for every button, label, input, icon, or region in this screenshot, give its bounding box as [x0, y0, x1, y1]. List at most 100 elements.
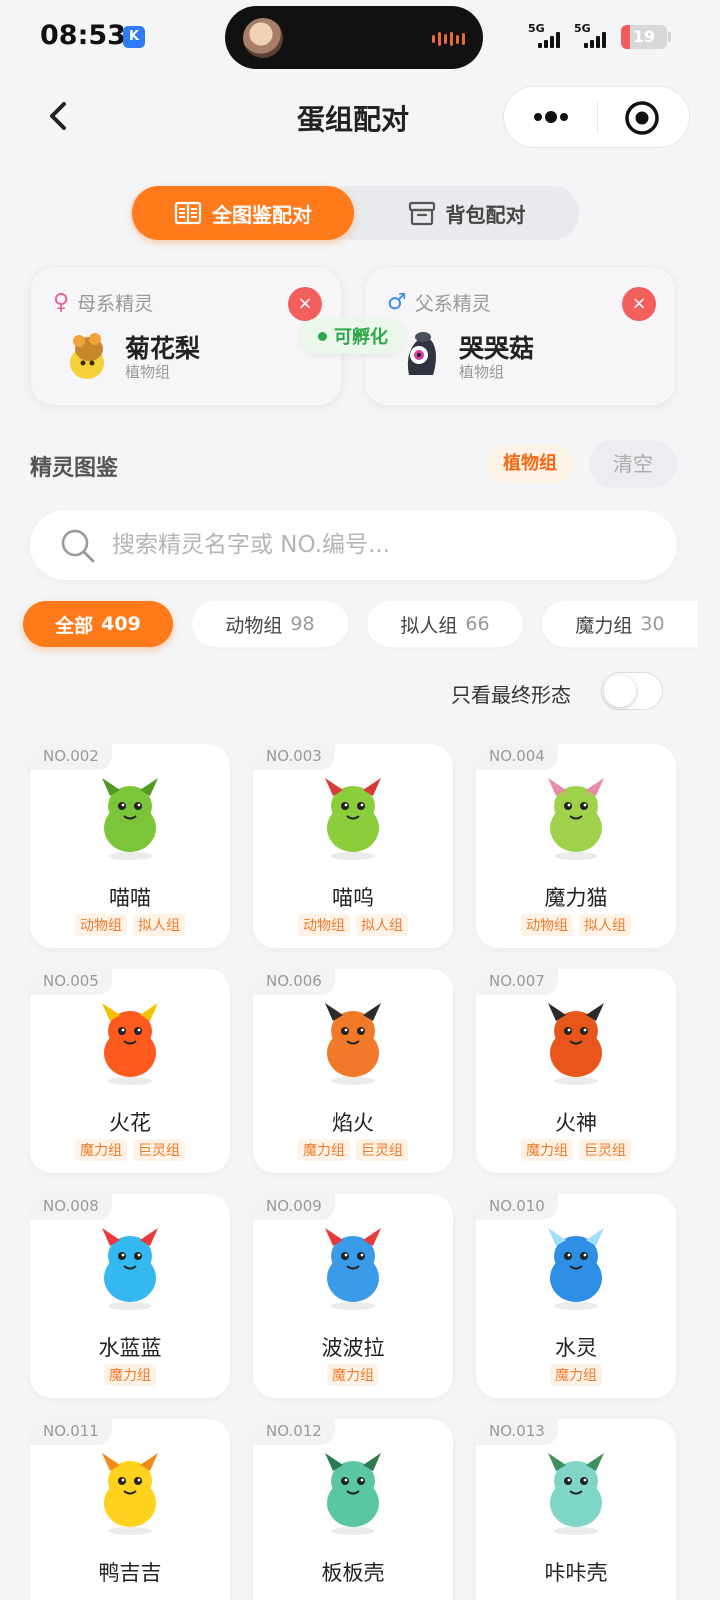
egg-group-tag: 魔力组 [75, 1139, 127, 1161]
monster-name: 咔咔壳 [544, 1561, 608, 1585]
status-time: 08:53 [40, 20, 126, 51]
monster-card[interactable]: NO.007 火神魔力组 巨灵组 [476, 969, 676, 1173]
monster-number: NO.007 [476, 969, 558, 995]
monster-icon [548, 1453, 604, 1535]
search-icon [61, 529, 95, 563]
monster-card[interactable]: NO.006 焰火 魔力组 巨灵组 [253, 969, 453, 1173]
mother-name: 菊花梨 [125, 334, 201, 363]
active-group-filter[interactable]: 植物组 [487, 444, 573, 484]
egg-group-tag: 巨灵组 [579, 1139, 631, 1161]
egg-group-tags: 魔力组 巨灵组 [476, 1139, 676, 1161]
monster-card[interactable]: NO.004 魔力猫动物组 拟人组 [476, 744, 676, 948]
monster-icon [548, 1228, 604, 1310]
monster-number: NO.002 [30, 744, 112, 770]
monster-icon [102, 1228, 158, 1310]
status-bar: 08:53 K 5G 5G 19 [0, 0, 720, 76]
monster-icon [102, 1453, 158, 1535]
egg-group-tag: 魔力组 [104, 1364, 156, 1386]
monster-icon [102, 778, 158, 860]
final-form-label: 只看最终形态 [451, 683, 571, 707]
egg-group-tag: 魔力组 [550, 1364, 602, 1386]
father-role-label: ♂ 父系精灵 [387, 290, 491, 315]
search-input[interactable] [112, 520, 652, 570]
egg-group-tags: 魔力组 [30, 1364, 230, 1386]
female-icon: ♀ [53, 290, 70, 315]
monster-name: 鸭吉吉 [98, 1561, 162, 1585]
egg-group-tags: 魔力组 巨灵组 [253, 1139, 453, 1161]
monster-card[interactable]: NO.012 板板壳 [253, 1419, 453, 1600]
egg-group-tag: 动物组 [75, 914, 127, 936]
tab-backpack-pairing[interactable]: 背包配对 [354, 186, 579, 240]
mother-slot-card[interactable]: ♀ 母系精灵 × 菊花梨 植物组 [30, 266, 342, 406]
egg-group-tags: 魔力组 [253, 1364, 453, 1386]
monster-number: NO.006 [253, 969, 335, 995]
egg-group-tag: 魔力组 [298, 1139, 350, 1161]
monster-icon [325, 1003, 381, 1085]
remove-mother-button[interactable]: × [288, 287, 322, 321]
close-miniapp-icon[interactable] [624, 100, 660, 136]
father-slot-card[interactable]: ♂ 父系精灵 × 哭哭菇 植物组 [364, 266, 676, 406]
search-bar [30, 510, 677, 580]
egg-group-tags: 动物组 拟人组 [476, 914, 676, 936]
mother-egg-group: 植物组 [125, 363, 171, 381]
monster-number: NO.011 [30, 1419, 112, 1445]
monster-number: NO.010 [476, 1194, 558, 1220]
monster-name: 喵呜 [332, 886, 374, 910]
egg-group-tags: 魔力组 [476, 1364, 676, 1386]
media-avatar [243, 18, 283, 58]
storage-box-icon [408, 201, 435, 226]
toggle-knob [604, 675, 636, 707]
monster-card[interactable]: NO.005 火花 魔力组 巨灵组 [30, 969, 230, 1173]
monster-name: 火神 [555, 1111, 597, 1135]
hatchable-badge: 可孵化 [300, 318, 406, 354]
group-tab-all[interactable]: 全部 409 [23, 601, 173, 647]
monster-icon [325, 1228, 381, 1310]
monster-card[interactable]: NO.003 喵呜 动物组 拟人组 [253, 744, 453, 948]
miniapp-capsule [503, 86, 690, 148]
egg-group-tags: 动物组 拟人组 [253, 914, 453, 936]
mother-role-label: ♀ 母系精灵 [53, 290, 154, 315]
book-icon [174, 201, 202, 225]
monster-name: 水灵 [555, 1336, 597, 1360]
clear-button[interactable]: 清空 [589, 440, 677, 488]
monster-card[interactable]: NO.002 喵喵 动物组 拟人组 [30, 744, 230, 948]
monster-name: 波波拉 [321, 1336, 385, 1360]
app-notification-icon: K [123, 26, 145, 48]
monster-icon [325, 1453, 381, 1535]
monster-name: 水蓝蓝 [98, 1336, 162, 1360]
group-tab-magic[interactable]: 魔力组 30 [542, 601, 698, 647]
egg-group-tag: 巨灵组 [356, 1139, 408, 1161]
capsule-divider [597, 102, 598, 132]
monster-name: 火花 [109, 1111, 151, 1135]
remove-father-button[interactable]: × [622, 287, 656, 321]
monster-icon [548, 1003, 604, 1085]
monster-card[interactable]: NO.009 波波拉 魔力组 [253, 1194, 453, 1398]
pairing-mode-switch: 全图鉴配对 背包配对 [130, 186, 579, 240]
egg-group-tag: 巨灵组 [133, 1139, 185, 1161]
more-options-icon[interactable] [528, 87, 598, 147]
egg-group-tags: 魔力组 巨灵组 [30, 1139, 230, 1161]
monster-icon [102, 1003, 158, 1085]
monster-card[interactable]: NO.008 水蓝蓝 魔力组 [30, 1194, 230, 1398]
monster-card[interactable]: NO.010 水灵魔力组 [476, 1194, 676, 1398]
egg-group-tag: 拟人组 [356, 914, 408, 936]
monster-icon [325, 778, 381, 860]
male-icon: ♂ [387, 290, 407, 315]
monster-name: 板板壳 [321, 1561, 385, 1585]
audio-wave-icon [432, 32, 465, 46]
mother-monster-icon [70, 333, 104, 379]
tab-full-dex-pairing[interactable]: 全图鉴配对 [132, 186, 354, 240]
group-tab-humanoid[interactable]: 拟人组 66 [367, 601, 523, 647]
final-form-toggle[interactable] [601, 672, 663, 710]
status-dot [318, 331, 327, 341]
battery-icon: 19 [621, 25, 667, 49]
egg-group-tag: 动物组 [298, 914, 350, 936]
group-tab-animal[interactable]: 动物组 98 [192, 601, 348, 647]
dynamic-island[interactable] [225, 6, 483, 69]
monster-card[interactable]: NO.011 鸭吉吉 [30, 1419, 230, 1600]
monster-card[interactable]: NO.013 咔咔壳 [476, 1419, 676, 1600]
egg-group-tag: 魔力组 [327, 1364, 379, 1386]
monster-number: NO.004 [476, 744, 558, 770]
monster-number: NO.012 [253, 1419, 335, 1445]
monster-name: 魔力猫 [544, 886, 608, 910]
